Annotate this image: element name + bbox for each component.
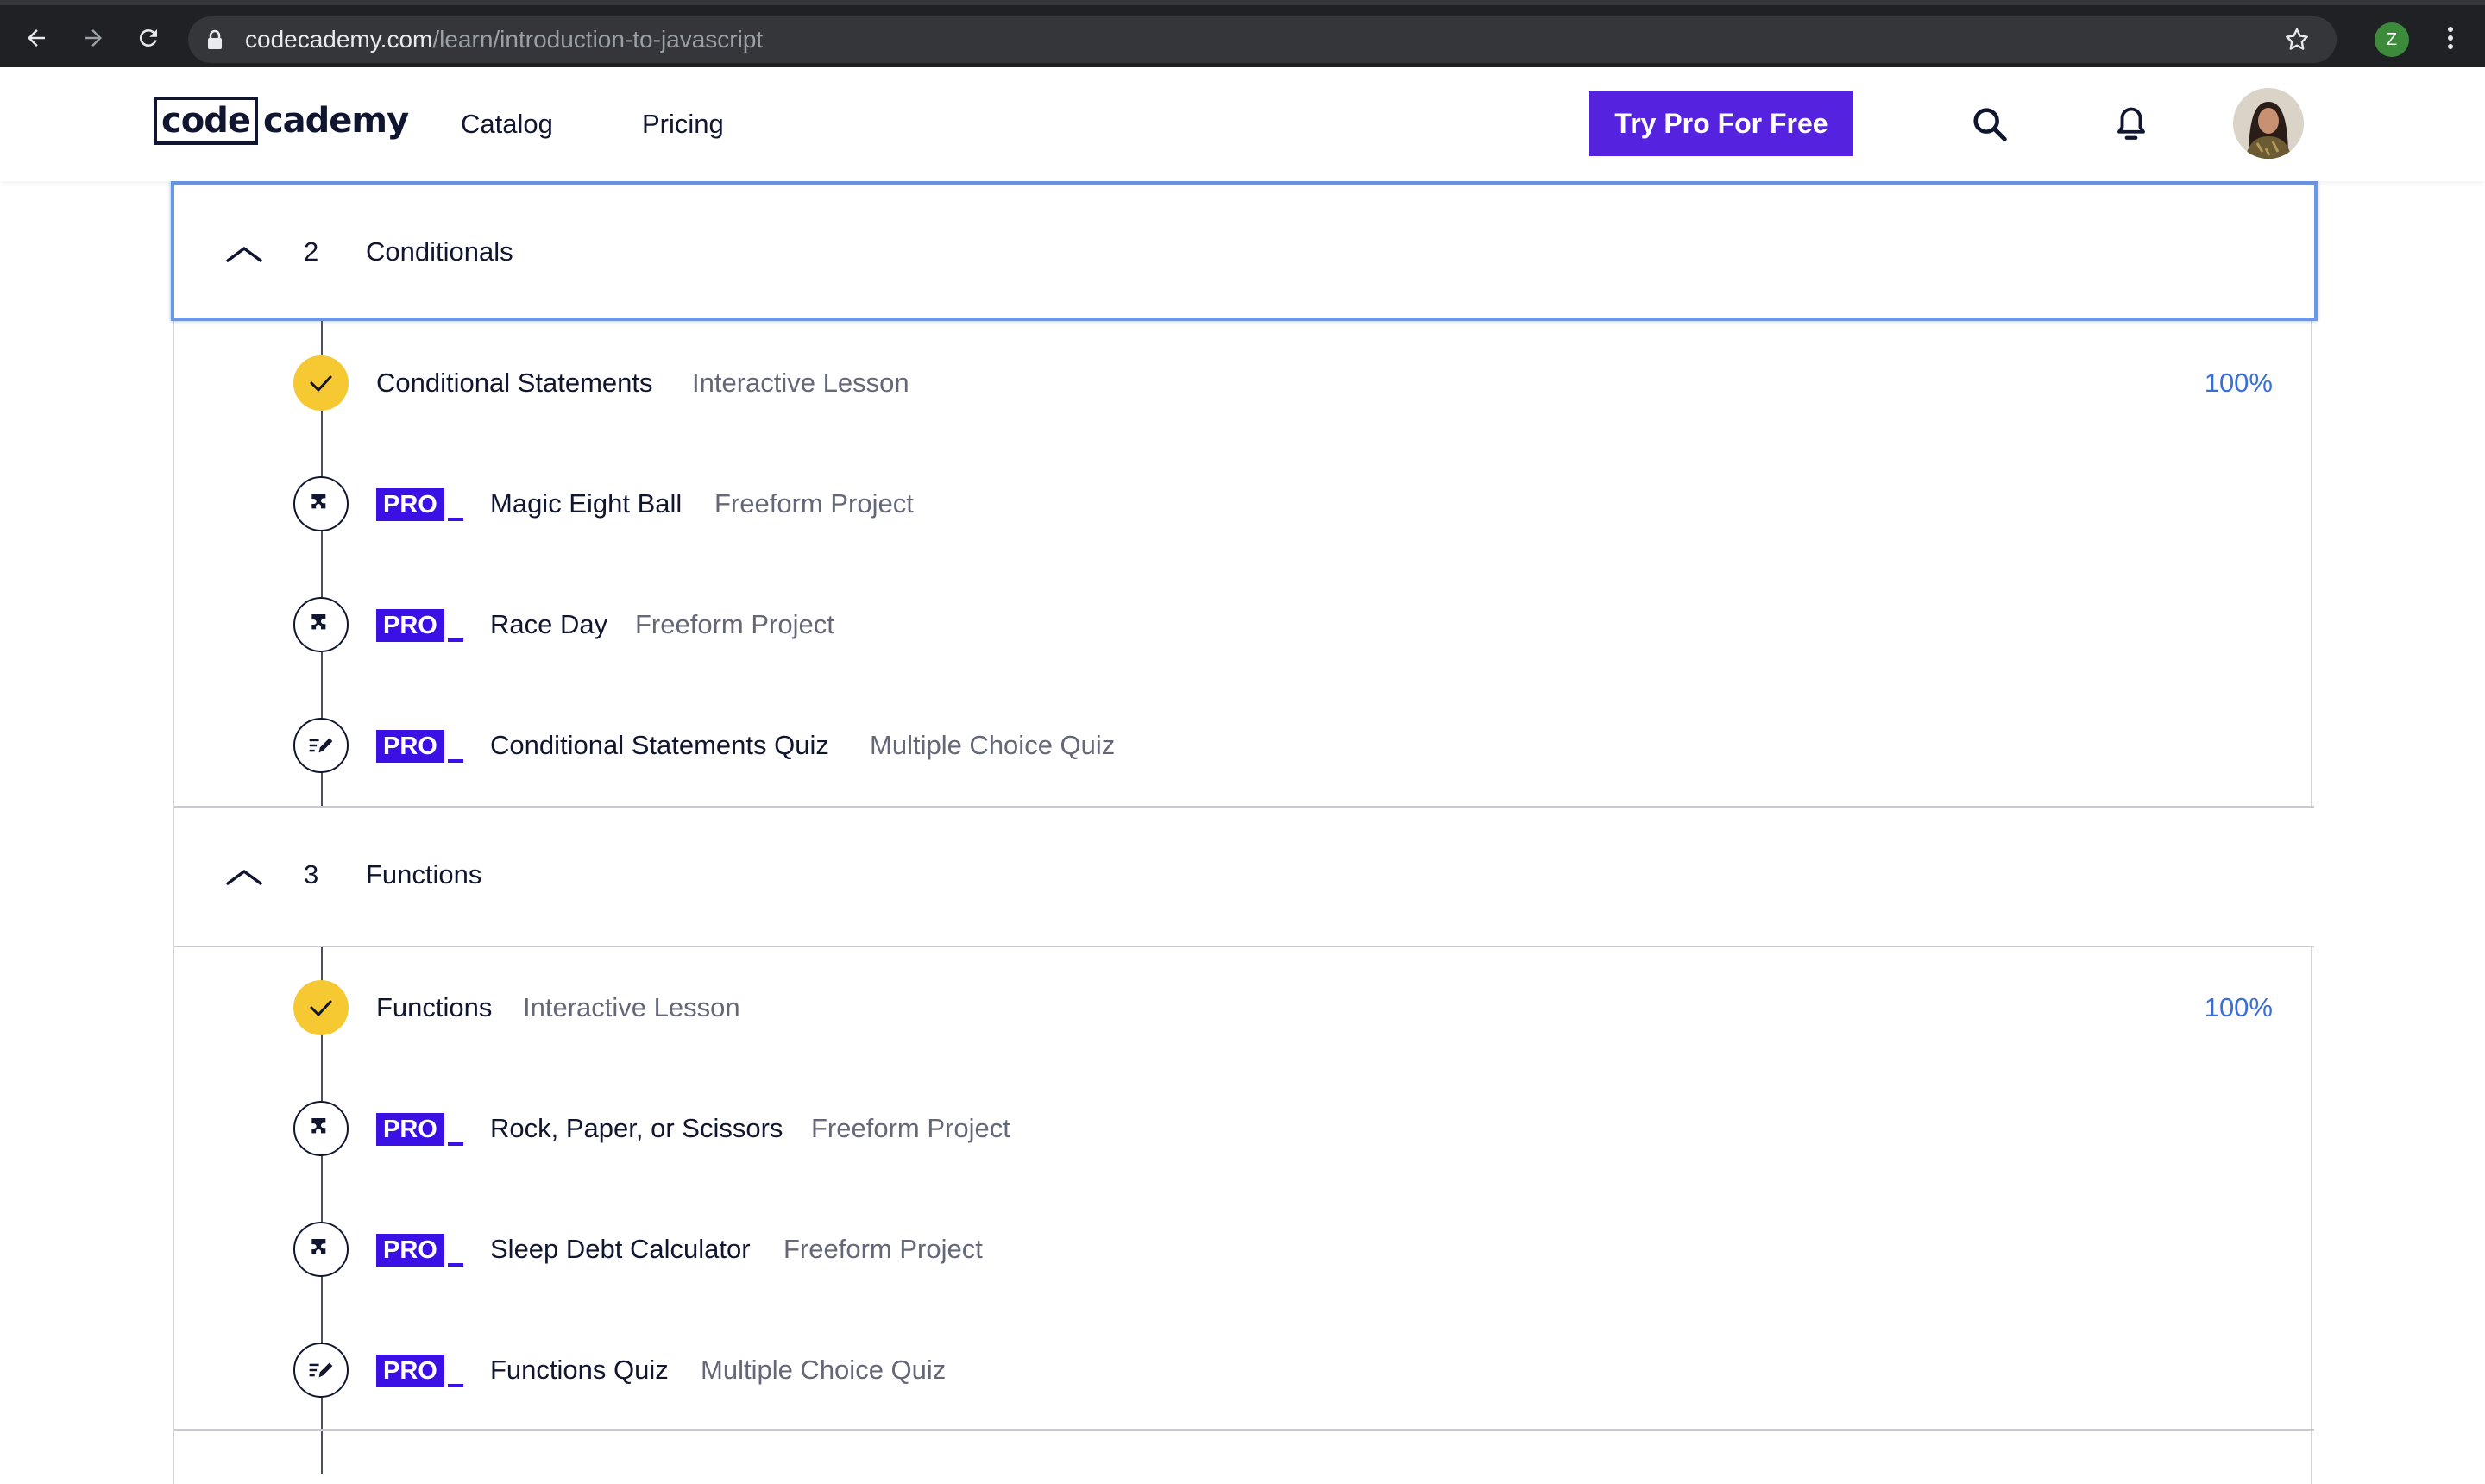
module-2-header[interactable]: 2 Conditionals <box>171 181 2318 321</box>
syllabus-list: 2 Conditionals Conditional Statements In… <box>171 181 2318 1484</box>
back-arrow-icon[interactable] <box>19 21 53 55</box>
url-path: /learn/introduction-to-javascript <box>432 26 764 53</box>
syllabus-item[interactable]: PRO Conditional Statements Quiz Multiple… <box>174 685 2314 806</box>
pro-cursor <box>447 518 463 521</box>
browser-toolbar: codecademy.com/learn/introduction-to-jav… <box>0 0 2485 67</box>
module-3-header[interactable]: 3 Functions <box>174 808 2314 947</box>
item-type: Freeform Project <box>714 488 914 519</box>
item-name[interactable]: Magic Eight Ball <box>490 488 682 519</box>
item-name[interactable]: Conditional Statements Quiz <box>490 730 829 761</box>
item-type: Freeform Project <box>635 609 834 639</box>
lock-icon <box>205 29 224 54</box>
forward-arrow-icon[interactable] <box>76 21 110 55</box>
pro-badge: PRO <box>376 487 463 521</box>
pro-cursor <box>447 1263 463 1267</box>
item-type: Freeform Project <box>811 1113 1010 1143</box>
pro-cursor <box>447 759 463 763</box>
address-bar[interactable]: codecademy.com/learn/introduction-to-jav… <box>188 16 2337 63</box>
item-type: Interactive Lesson <box>692 368 909 398</box>
item-name[interactable]: Rock, Paper, or Scissors <box>490 1113 783 1144</box>
try-pro-button[interactable]: Try Pro For Free <box>1589 91 1853 156</box>
check-icon <box>293 355 349 411</box>
codecademy-logo[interactable]: code cademy <box>154 97 409 145</box>
profile-avatar[interactable]: Z <box>2375 22 2409 57</box>
item-name[interactable]: Functions <box>376 992 492 1023</box>
item-name[interactable]: Functions Quiz <box>490 1355 669 1386</box>
progress-percent: 100% <box>2204 992 2273 1022</box>
module-number: 2 <box>304 236 319 267</box>
user-avatar[interactable] <box>2233 88 2304 159</box>
puzzle-icon <box>293 1222 349 1277</box>
pro-tag: PRO <box>376 730 444 763</box>
kebab-menu-icon[interactable] <box>2433 21 2468 55</box>
syllabus-item[interactable]: PRO Rock, Paper, or Scissors Freeform Pr… <box>174 1068 2314 1189</box>
chevron-up-icon[interactable] <box>224 866 264 891</box>
pro-tag: PRO <box>376 1355 444 1387</box>
star-icon[interactable] <box>2283 26 2311 58</box>
syllabus-item[interactable]: PRO Sleep Debt Calculator Freeform Proje… <box>174 1189 2314 1310</box>
item-type: Multiple Choice Quiz <box>870 730 1116 760</box>
item-type: Interactive Lesson <box>523 992 740 1022</box>
pro-badge: PRO <box>376 1353 463 1387</box>
chevron-up-icon[interactable] <box>224 243 264 268</box>
pro-tag: PRO <box>376 609 444 642</box>
syllabus-item[interactable]: PRO Race Day Freeform Project <box>174 564 2314 685</box>
check-icon <box>293 980 349 1035</box>
syllabus-item[interactable]: PRO Functions Quiz Multiple Choice Quiz <box>174 1310 2314 1431</box>
quiz-pencil-icon <box>293 1343 349 1398</box>
url-host: codecademy.com <box>245 26 433 53</box>
progress-percent: 100% <box>2204 368 2273 398</box>
syllabus-item[interactable]: Conditional Statements Interactive Lesso… <box>174 323 2314 443</box>
puzzle-icon <box>293 476 349 531</box>
pro-badge: PRO <box>376 607 463 642</box>
pro-badge: PRO <box>376 1111 463 1146</box>
url-text: codecademy.com/learn/introduction-to-jav… <box>245 27 763 53</box>
pro-badge: PRO <box>376 728 463 763</box>
item-type: Multiple Choice Quiz <box>701 1355 947 1385</box>
divider <box>174 1429 2314 1431</box>
reload-icon[interactable] <box>131 21 166 55</box>
pro-tag: PRO <box>376 1113 444 1146</box>
bell-icon[interactable] <box>2107 100 2155 148</box>
pro-cursor <box>447 1384 463 1387</box>
search-icon[interactable] <box>1966 100 2014 148</box>
pro-cursor <box>447 1142 463 1146</box>
logo-boxed-text: code <box>154 97 258 145</box>
module-title: Conditionals <box>366 236 513 267</box>
puzzle-icon <box>293 597 349 652</box>
module-number: 3 <box>304 859 319 890</box>
logo-rest-text: cademy <box>262 101 409 141</box>
syllabus-item[interactable]: Functions Interactive Lesson 100% <box>174 947 2314 1068</box>
quiz-pencil-icon <box>293 718 349 773</box>
pro-cursor <box>447 638 463 642</box>
pro-badge: PRO <box>376 1232 463 1267</box>
module-title: Functions <box>366 859 482 890</box>
syllabus-item[interactable]: PRO Magic Eight Ball Freeform Project <box>174 443 2314 564</box>
pro-tag: PRO <box>376 488 444 521</box>
item-name[interactable]: Race Day <box>490 609 607 640</box>
puzzle-icon <box>293 1101 349 1156</box>
nav-catalog[interactable]: Catalog <box>461 109 553 140</box>
nav-pricing[interactable]: Pricing <box>642 109 724 140</box>
item-name[interactable]: Conditional Statements <box>376 368 653 399</box>
site-header: code cademy Catalog Pricing Try Pro For F… <box>0 67 2485 181</box>
item-name[interactable]: Sleep Debt Calculator <box>490 1234 751 1265</box>
pro-tag: PRO <box>376 1234 444 1267</box>
item-type: Freeform Project <box>783 1234 983 1264</box>
